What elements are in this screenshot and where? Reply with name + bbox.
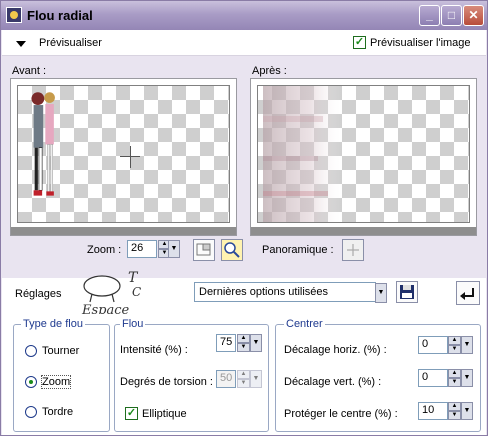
title-bar[interactable]: Flou radial _ □ ✕	[1, 1, 487, 30]
dialog-window: Flou radial _ □ ✕ Prévisualiser ✓ Prévis…	[0, 0, 488, 436]
protect-center-input[interactable]: 10	[418, 402, 448, 420]
after-frame-border	[251, 227, 476, 235]
v-offset-down-arrow-icon[interactable]: ▼	[448, 378, 461, 387]
intensity-stepper[interactable]: ▲ ▼	[237, 334, 250, 352]
protect-dropdown-arrow-icon[interactable]: ▼	[461, 402, 473, 420]
blur-legend: Flou	[120, 318, 146, 330]
intensity-dropdown-arrow-icon[interactable]: ▼	[250, 334, 262, 352]
elliptic-checkbox[interactable]: ✓	[125, 407, 138, 420]
zoom-label: Zoom :	[87, 244, 122, 256]
pan-button[interactable]	[342, 239, 364, 261]
preview-toggle-bar: Prévisualiser ✓ Prévisualiser l'image	[2, 30, 486, 56]
elliptic-label[interactable]: Elliptique	[142, 408, 187, 420]
protect-center-stepper[interactable]: ▲ ▼	[448, 402, 461, 420]
preview-image-checkbox[interactable]: ✓	[353, 36, 366, 49]
svg-text:T: T	[128, 270, 139, 286]
after-label: Après :	[252, 65, 287, 77]
close-button[interactable]: ✕	[463, 5, 484, 26]
svg-text:C: C	[132, 285, 141, 299]
v-offset-up-arrow-icon[interactable]: ▲	[448, 369, 461, 378]
intensity-up-arrow-icon[interactable]: ▲	[237, 334, 250, 343]
preset-dropdown[interactable]: Dernières options utilisées	[194, 282, 376, 302]
collapse-triangle-icon[interactable]	[16, 41, 26, 47]
blurred-figure-image	[263, 86, 343, 222]
radio-zoom-label[interactable]: Zoom	[40, 375, 72, 389]
h-offset-up-arrow-icon[interactable]: ▲	[448, 336, 461, 345]
protect-up-arrow-icon[interactable]: ▲	[448, 402, 461, 411]
after-preview-canvas	[257, 85, 470, 223]
minimize-button[interactable]: _	[419, 5, 440, 26]
intensity-down-arrow-icon[interactable]: ▼	[237, 343, 250, 352]
doll-figure-image	[31, 92, 55, 196]
twist-stepper: ▲ ▼	[237, 370, 250, 388]
window-title: Flou radial	[27, 8, 93, 23]
twist-dropdown-arrow-icon: ▼	[250, 370, 262, 388]
reset-button[interactable]	[456, 281, 480, 305]
h-offset-stepper[interactable]: ▲ ▼	[448, 336, 461, 354]
floppy-disk-icon	[400, 285, 414, 299]
radio-zoom[interactable]	[25, 376, 37, 388]
radio-tordre-label[interactable]: Tordre	[42, 406, 73, 418]
intensity-label: Intensité (%) :	[120, 344, 188, 356]
v-offset-input[interactable]: 0	[418, 369, 448, 387]
save-preset-button[interactable]	[396, 281, 418, 303]
radio-tordre[interactable]	[25, 406, 37, 418]
settings-label: Réglages	[15, 288, 62, 300]
fit-view-icon	[196, 243, 211, 256]
twist-down-arrow-icon: ▼	[237, 379, 250, 388]
radio-tourner[interactable]	[25, 345, 37, 357]
intensity-input[interactable]: 75	[216, 334, 236, 352]
app-icon	[6, 7, 22, 23]
v-offset-label: Décalage vert. (%) :	[284, 376, 382, 388]
twist-label: Degrés de torsion :	[120, 376, 213, 388]
twist-input: 50	[216, 370, 236, 388]
h-offset-down-arrow-icon[interactable]: ▼	[448, 345, 461, 354]
center-crosshair-vertical	[130, 146, 131, 168]
before-preview-frame[interactable]	[10, 78, 237, 236]
h-offset-dropdown-arrow-icon[interactable]: ▼	[461, 336, 473, 354]
protect-center-label: Protéger le centre (%) :	[284, 408, 398, 420]
move-cross-icon	[347, 244, 359, 256]
after-preview-frame	[250, 78, 477, 236]
protect-down-arrow-icon[interactable]: ▼	[448, 411, 461, 420]
center-crosshair-horizontal	[120, 156, 140, 157]
radio-tourner-label[interactable]: Tourner	[42, 345, 79, 357]
before-preview-canvas[interactable]	[17, 85, 230, 223]
twist-up-arrow-icon: ▲	[237, 370, 250, 379]
magnifier-icon	[224, 242, 240, 258]
before-frame-border	[11, 227, 236, 235]
undo-arrow-icon	[460, 288, 474, 300]
before-label: Avant :	[12, 65, 47, 77]
v-offset-dropdown-arrow-icon[interactable]: ▼	[461, 369, 473, 387]
maximize-button[interactable]: □	[441, 5, 462, 26]
zoom-dropdown-arrow-icon[interactable]: ▼	[168, 240, 180, 258]
preview-toggle-label[interactable]: Prévisualiser	[39, 37, 102, 49]
settings-row: Réglages T C Espace Dernières options ut…	[2, 270, 486, 318]
v-offset-stepper[interactable]: ▲ ▼	[448, 369, 461, 387]
zoom-tool-button[interactable]	[221, 239, 243, 261]
blur-type-legend: Type de flou	[21, 318, 85, 330]
h-offset-input[interactable]: 0	[418, 336, 448, 354]
espace-watermark-logo: T C Espace	[78, 268, 144, 318]
options-panel: Type de flou Tourner Zoom Tordre Flou In…	[2, 314, 486, 435]
fit-view-button[interactable]	[193, 239, 215, 261]
h-offset-label: Décalage horiz. (%) :	[284, 344, 387, 356]
preset-dropdown-arrow-icon[interactable]: ▼	[375, 283, 387, 303]
zoom-input[interactable]: 26	[127, 240, 157, 258]
preview-image-label: Prévisualiser l'image	[370, 37, 471, 49]
pan-label: Panoramique :	[262, 244, 334, 256]
center-legend: Centrer	[284, 318, 325, 330]
